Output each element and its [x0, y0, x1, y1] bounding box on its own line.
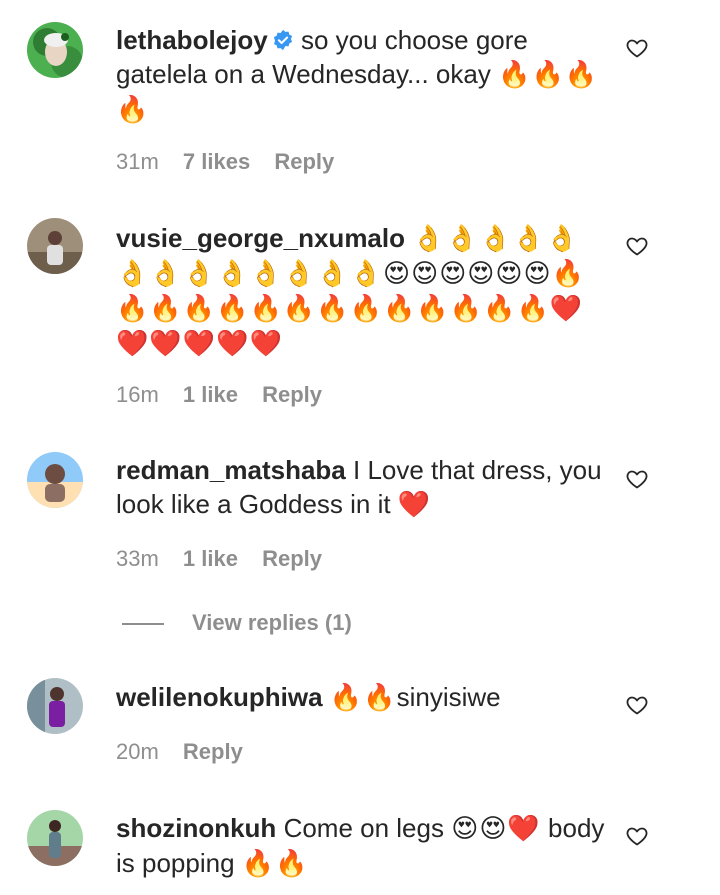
- verified-badge-icon: [272, 29, 294, 51]
- avatar[interactable]: [27, 678, 83, 734]
- likes-count[interactable]: 1 like: [183, 382, 238, 407]
- view-replies-button[interactable]: View replies (1): [122, 607, 352, 639]
- comment-emojis: ❤️: [397, 490, 432, 520]
- likes-count[interactable]: 1 like: [183, 546, 238, 571]
- heart-outline-icon[interactable]: [625, 467, 649, 491]
- avatar[interactable]: [27, 810, 83, 866]
- view-replies-label: View replies (1): [192, 610, 352, 635]
- view-replies-divider: [122, 623, 164, 626]
- username[interactable]: vusie_george_nxumalo: [116, 223, 405, 253]
- reply-button[interactable]: Reply: [183, 739, 243, 764]
- comment-emojis: 🔥🔥: [329, 683, 397, 713]
- username[interactable]: lethabolejoy: [116, 25, 268, 55]
- comment-text: lethabolejoy so you choose gore gatelela…: [116, 23, 606, 127]
- comment-text: welilenokuphiwa 🔥🔥sinyisiwe: [116, 680, 606, 715]
- comment-time: 33m: [116, 546, 159, 571]
- avatar[interactable]: [27, 22, 83, 78]
- comment-meta: 31m 7 likes Reply: [116, 147, 352, 177]
- reply-button[interactable]: Reply: [262, 382, 322, 407]
- avatar[interactable]: [27, 218, 83, 274]
- heart-outline-icon[interactable]: [625, 824, 649, 848]
- comment-text: vusie_george_nxumalo 👌👌👌👌👌👌👌👌👌👌👌👌👌😍😍😍😍😍😍…: [116, 221, 606, 361]
- reply-button[interactable]: Reply: [262, 546, 322, 571]
- comment-emojis-continued: 🔥🔥: [241, 849, 309, 879]
- comment-meta: 16m 1 like Reply: [116, 380, 340, 410]
- heart-outline-icon[interactable]: [625, 234, 649, 258]
- heart-outline-icon[interactable]: [625, 693, 649, 717]
- avatar[interactable]: [27, 452, 83, 508]
- comment-emojis: 😍😍❤️: [451, 814, 541, 844]
- likes-count[interactable]: 7 likes: [183, 149, 250, 174]
- username[interactable]: shozinonkuh: [116, 813, 276, 843]
- comment-meta: 33m 1 like Reply: [116, 544, 340, 574]
- reply-button[interactable]: Reply: [274, 149, 334, 174]
- comment-time: 20m: [116, 739, 159, 764]
- comment-time: 16m: [116, 382, 159, 407]
- comment-text: shozinonkuh Come on legs 😍😍❤️ body is po…: [116, 811, 606, 881]
- comment-text: redman_matshaba I Love that dress, you l…: [116, 453, 606, 522]
- username[interactable]: redman_matshaba: [116, 455, 346, 485]
- heart-outline-icon[interactable]: [625, 36, 649, 60]
- comment-time: 31m: [116, 149, 159, 174]
- comment-body: sinyisiwe: [396, 682, 501, 712]
- comment-body: Come on legs: [283, 813, 444, 843]
- username[interactable]: welilenokuphiwa: [116, 682, 323, 712]
- comment-meta: 20m Reply: [116, 737, 261, 767]
